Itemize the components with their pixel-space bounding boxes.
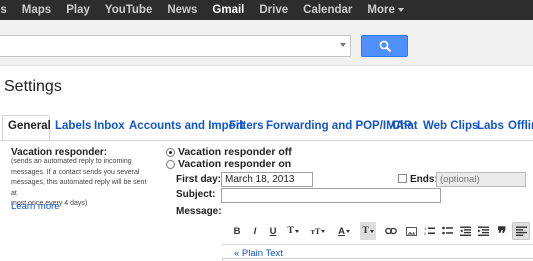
ends-date-input[interactable] (436, 172, 526, 187)
nav-item-play[interactable]: Play (66, 4, 90, 16)
bulleted-list-button[interactable] (440, 222, 454, 240)
indent-button[interactable] (476, 222, 490, 240)
tab-accounts-and-import[interactable]: Accounts and Import (129, 120, 244, 132)
search-options-dropdown-icon[interactable] (340, 43, 346, 47)
first-day-input[interactable] (221, 172, 313, 187)
align-button[interactable] (512, 222, 530, 240)
text-color-button[interactable]: A (335, 222, 353, 240)
formatting-toolbar: B I U T тT A T 12 ❞ (222, 222, 533, 243)
tab-inbox[interactable]: Inbox (94, 120, 125, 132)
numbered-list-button[interactable]: 12 (422, 222, 436, 240)
vacation-on-option[interactable]: Vacation responder on (166, 158, 291, 170)
vacation-on-label: Vacation responder on (178, 158, 292, 170)
font-button[interactable]: T (285, 222, 301, 240)
nav-item-calendar[interactable]: Calendar (303, 4, 352, 16)
tab-filters[interactable]: Filters (229, 120, 264, 132)
tab-chat[interactable]: Chat (392, 120, 418, 132)
vacation-off-label: Vacation responder off (178, 146, 292, 158)
tab-web-clips[interactable]: Web Clips (423, 120, 478, 132)
description-line: messages. If a contact sends you several (11, 168, 140, 176)
page-title: Settings (4, 78, 62, 95)
description-line: (sends an automated reply to incoming (11, 158, 132, 165)
chevron-down-icon (345, 229, 350, 233)
search-button[interactable] (361, 35, 408, 57)
more-label: More (367, 4, 395, 16)
google-nav: es Maps Play YouTube News Gmail Drive Ca… (0, 0, 419, 20)
link-icon (385, 227, 397, 235)
message-label: Message: (176, 206, 222, 217)
tab-forwarding-pop-imap[interactable]: Forwarding and POP/IMAP (266, 120, 412, 132)
vacation-off-radio[interactable] (166, 147, 175, 157)
chevron-down-icon (321, 229, 326, 233)
nav-item-news[interactable]: News (167, 4, 197, 16)
chevron-down-icon (294, 229, 299, 233)
indent-icon (477, 226, 489, 236)
vacation-on-radio[interactable] (166, 159, 175, 169)
tab-labels[interactable]: Labels (55, 120, 91, 132)
subject-label: Subject: (176, 189, 216, 200)
underline-button[interactable]: U (267, 222, 279, 240)
svg-text:2: 2 (424, 231, 427, 236)
outdent-button[interactable] (458, 222, 472, 240)
quote-button[interactable]: ❞ (495, 222, 509, 243)
vacation-off-option[interactable]: Vacation responder off (166, 146, 292, 158)
nav-item-youtube[interactable]: YouTube (105, 4, 152, 16)
bold-button[interactable]: B (231, 222, 243, 240)
font-size-button[interactable]: тT (308, 222, 328, 240)
font-label: T (287, 226, 294, 236)
nav-item-maps[interactable]: Maps (22, 4, 51, 16)
ends-checkbox[interactable] (398, 174, 407, 183)
learn-more-link[interactable]: Learn more (11, 201, 60, 212)
outdent-icon (459, 226, 471, 236)
chevron-down-icon (369, 229, 374, 233)
nav-item-drive[interactable]: Drive (259, 4, 288, 16)
align-left-icon (515, 226, 527, 236)
insert-image-button[interactable] (404, 222, 418, 240)
nav-item-more[interactable]: More (367, 4, 404, 16)
nav-item-truncated[interactable]: es (0, 4, 7, 16)
search-bar (0, 20, 533, 66)
first-day-label: First day: (176, 174, 222, 185)
link-button[interactable] (384, 222, 398, 240)
editor-divider (222, 244, 533, 245)
tab-general[interactable]: General (8, 120, 51, 132)
text-color-label: A (338, 225, 345, 237)
description-line: messages, this automated reply will be s… (11, 179, 147, 197)
remove-format-label: T (362, 226, 369, 236)
search-input[interactable] (0, 35, 351, 57)
numbered-list-icon: 12 (424, 226, 435, 236)
quote-icon: ❞ (497, 224, 507, 243)
settings-tabs: General Labels Inbox Accounts and Import… (0, 112, 533, 141)
remove-format-button[interactable]: T (360, 222, 376, 240)
bulleted-list-icon (441, 226, 453, 235)
tab-labs[interactable]: Labs (477, 120, 504, 132)
chevron-down-icon (397, 7, 404, 12)
italic-button[interactable]: I (249, 222, 261, 240)
google-bar: es Maps Play YouTube News Gmail Drive Ca… (0, 0, 533, 20)
tab-offline[interactable]: Offline (508, 120, 533, 132)
font-size-label: тT (310, 226, 321, 236)
search-icon (379, 40, 392, 53)
image-icon (405, 226, 417, 236)
nav-item-gmail[interactable]: Gmail (212, 4, 244, 16)
subject-input[interactable] (221, 188, 441, 203)
ends-label: Ends: (410, 174, 438, 185)
